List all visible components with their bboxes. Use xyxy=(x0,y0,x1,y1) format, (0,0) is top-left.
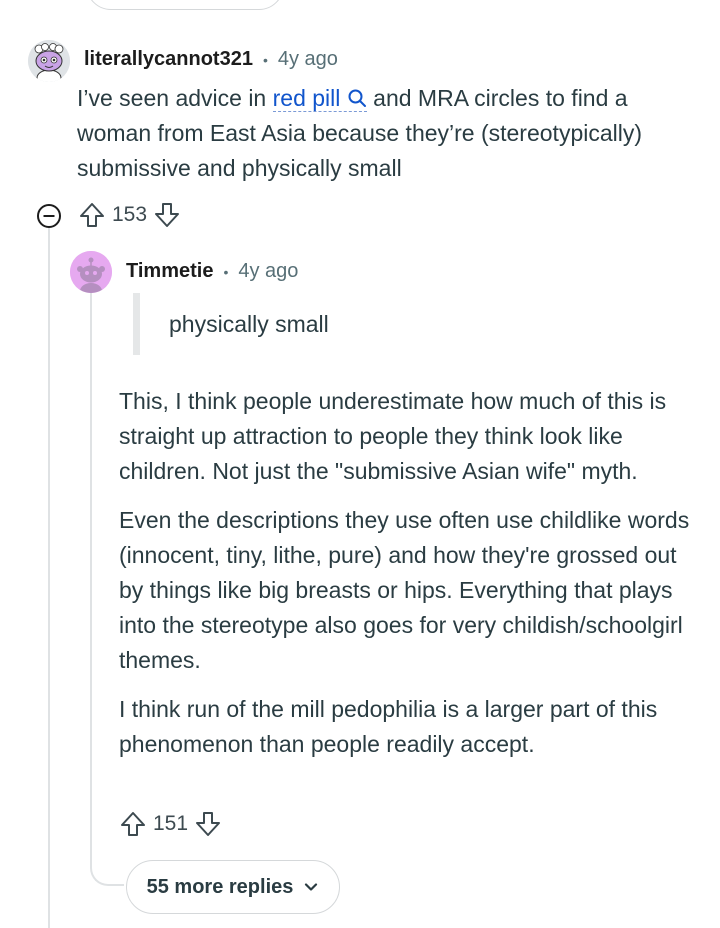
avatar[interactable] xyxy=(28,40,70,82)
thread-line-curve xyxy=(90,848,124,886)
more-replies-button[interactable]: 55 more replies xyxy=(126,860,340,914)
search-link-label: red pill xyxy=(272,85,341,111)
snoo-avatar-icon xyxy=(28,40,70,82)
downvote-icon xyxy=(155,203,180,227)
meta-separator: • xyxy=(223,263,229,280)
collapse-button[interactable] xyxy=(36,203,61,228)
vote-count: 153 xyxy=(112,203,148,226)
upvote-button[interactable] xyxy=(119,810,147,838)
comment-paragraph: This, I think people underestimate how m… xyxy=(119,388,667,484)
comment-text: I’ve seen advice in xyxy=(77,85,273,111)
quote-text: physically small xyxy=(169,311,329,337)
avatar[interactable] xyxy=(70,251,112,293)
comment-meta: literallycannot321 • 4y ago xyxy=(84,48,338,71)
downvote-button[interactable] xyxy=(194,810,222,838)
quote-bar xyxy=(133,293,140,355)
search-link[interactable]: red pill xyxy=(272,85,367,112)
previous-more-replies-button[interactable] xyxy=(86,0,284,10)
meta-separator: • xyxy=(262,51,268,68)
comment-meta: Timmetie • 4y ago xyxy=(126,260,298,283)
thread-line[interactable] xyxy=(48,228,50,928)
comment-paragraph: Even the descriptions they use often use… xyxy=(119,507,690,673)
collapse-icon xyxy=(37,204,61,228)
upvote-button[interactable] xyxy=(78,201,106,229)
downvote-icon xyxy=(196,812,221,836)
upvote-icon xyxy=(121,812,145,836)
thread-line-child[interactable] xyxy=(90,292,92,860)
comment-body: This, I think people underestimate how m… xyxy=(119,384,699,762)
comment-paragraph: I think run of the mill pedophilia is a … xyxy=(119,696,658,757)
chevron-down-icon xyxy=(305,883,318,891)
vote-bar: 153 xyxy=(78,201,181,229)
vote-bar: 151 xyxy=(119,810,222,838)
vote-count: 151 xyxy=(153,812,189,835)
more-replies-label: 55 more replies xyxy=(146,875,294,898)
snoo-avatar-icon xyxy=(70,251,112,293)
username[interactable]: Timmetie xyxy=(126,260,213,283)
timestamp[interactable]: 4y ago xyxy=(238,260,298,283)
timestamp[interactable]: 4y ago xyxy=(278,48,338,71)
comment-body: I’ve seen advice in red pill and MRA cir… xyxy=(77,81,697,186)
username[interactable]: literallycannot321 xyxy=(84,48,253,71)
upvote-icon xyxy=(80,203,104,227)
search-icon xyxy=(348,89,366,107)
blockquote: physically small xyxy=(169,307,329,342)
downvote-button[interactable] xyxy=(153,201,181,229)
